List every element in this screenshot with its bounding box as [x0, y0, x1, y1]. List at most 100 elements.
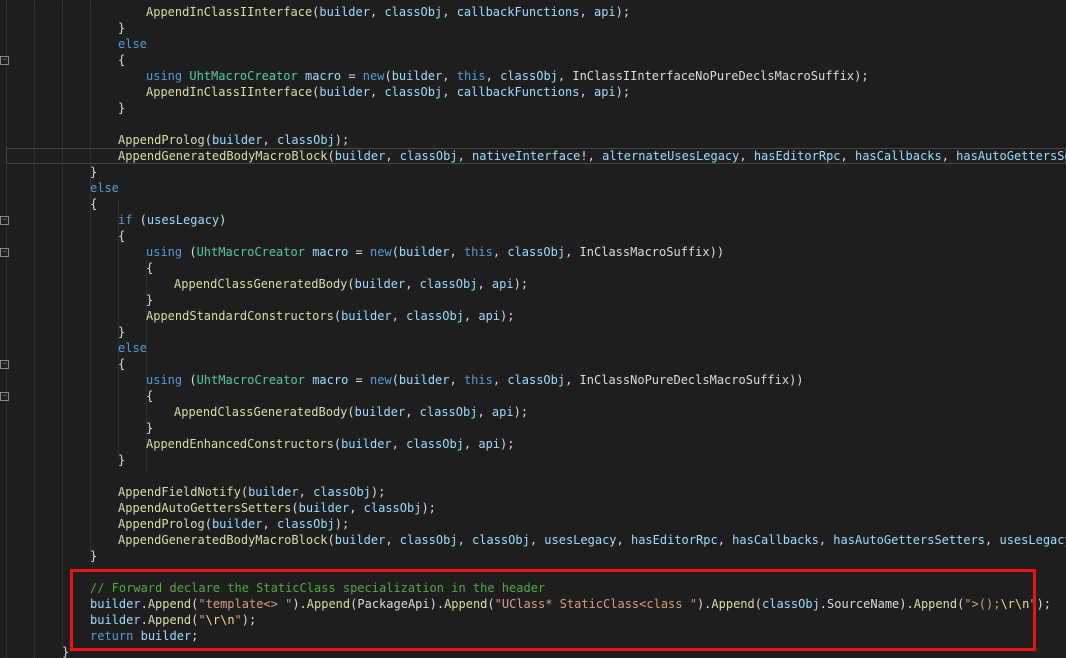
- code-token: Append: [913, 597, 958, 611]
- code-token: ,: [616, 533, 631, 547]
- code-token: classObj: [419, 405, 478, 419]
- code-token: AppendEnhancedConstructors: [146, 437, 334, 451]
- fold-gutter: − − − − −: [0, 0, 14, 658]
- code-token: ,: [262, 517, 277, 531]
- code-token: alternateUsesLegacy: [602, 149, 740, 163]
- code-token: =: [348, 245, 370, 259]
- code-token: ,: [369, 85, 385, 99]
- code-editor[interactable]: − − − − − AppendInClassIInterface(builder, c…: [0, 0, 1066, 658]
- code-token: );: [241, 613, 257, 627]
- code-token: usesLegacy: [544, 533, 617, 547]
- code-token: else: [118, 341, 147, 355]
- code-token: classObj: [406, 437, 464, 451]
- code-token: this: [463, 245, 493, 259]
- code-token: AppendProlog: [118, 133, 205, 147]
- code-token: ,: [477, 405, 492, 419]
- code-token: AppendInClassIInterface: [146, 85, 313, 99]
- code-token: builder: [334, 533, 386, 547]
- code-token: (: [384, 69, 392, 83]
- code-token: AppendProlog: [118, 517, 205, 531]
- code-token: (: [347, 277, 355, 291]
- code-token: UhtMacroCreator: [196, 373, 305, 387]
- code-token: else: [90, 181, 119, 195]
- code-token: api: [478, 437, 501, 451]
- code-token: api: [478, 309, 501, 323]
- code-token: new: [362, 69, 385, 83]
- code-token: ,: [369, 5, 385, 19]
- code-token: }: [146, 421, 154, 435]
- code-token: ,: [818, 533, 834, 547]
- code-token: builder: [334, 149, 386, 163]
- code-token: }: [118, 325, 126, 339]
- code-token: (: [391, 373, 399, 387]
- code-token: using: [146, 245, 183, 259]
- code-token: AppendStandardConstructors: [146, 309, 334, 323]
- code-token: builder: [398, 373, 450, 387]
- code-token: builder: [319, 5, 370, 19]
- fold-toggle-icon[interactable]: −: [0, 392, 9, 401]
- code-token: (: [182, 245, 197, 259]
- code-token: api: [593, 5, 616, 19]
- fold-toggle-icon[interactable]: −: [0, 56, 9, 65]
- code-token: classObj: [507, 373, 566, 387]
- code-token: (: [204, 517, 212, 531]
- code-token: builder: [90, 597, 141, 611]
- code-token: ,: [449, 373, 464, 387]
- code-token: );: [421, 501, 436, 515]
- code-token: hasEditorRpc: [630, 533, 718, 547]
- code-token: callbackFunctions: [456, 5, 580, 19]
- code-token: builder: [341, 309, 392, 323]
- code-token: (: [327, 149, 335, 163]
- code-token: );: [513, 405, 529, 419]
- fold-toggle-icon[interactable]: −: [0, 216, 9, 225]
- fold-toggle-icon[interactable]: −: [0, 248, 9, 257]
- code-token: new: [370, 245, 392, 259]
- code-token: ,: [492, 373, 508, 387]
- code-token: builder: [354, 405, 406, 419]
- code-token: macro: [304, 69, 342, 83]
- code-token: return: [90, 629, 134, 643]
- code-token: builder: [341, 437, 392, 451]
- code-token: );: [615, 85, 631, 99]
- code-token: (: [333, 437, 342, 451]
- code-token: {: [146, 389, 154, 403]
- code-token: AppendInClassIInterface: [146, 5, 313, 19]
- fold-toggle-icon[interactable]: −: [0, 360, 9, 369]
- code-token: {: [118, 229, 126, 243]
- code-token: callbackFunctions: [456, 85, 580, 99]
- code-token: );: [1036, 597, 1052, 611]
- code-token: AppendGeneratedBodyMacroBlock: [118, 149, 328, 163]
- code-token: classObj: [276, 517, 335, 531]
- code-token: this: [463, 373, 493, 387]
- code-token: classObj: [419, 277, 478, 291]
- code-token: ): [219, 213, 227, 227]
- code-token: AppendFieldNotify: [118, 485, 241, 499]
- indent-guide: [62, 0, 63, 650]
- code-token: usesLegacy: [999, 533, 1066, 547]
- code-token: ,: [492, 245, 508, 259]
- code-token: {: [90, 197, 98, 211]
- code-token: usesLegacy: [146, 213, 220, 227]
- code-token: =: [348, 373, 370, 387]
- code-token: .: [140, 597, 148, 611]
- code-token: AppendGeneratedBodyMacroBlock: [118, 533, 328, 547]
- code-token: ": [198, 613, 206, 627]
- code-token: Append: [306, 597, 351, 611]
- code-token: Append: [147, 613, 192, 627]
- code-line[interactable]: AppendGeneratedBodyMacroBlock(builder, c…: [6, 148, 1066, 164]
- code-token: }: [90, 165, 98, 179]
- code-token: =: [341, 69, 363, 83]
- code-token: else: [118, 37, 147, 51]
- code-token: , InClassMacroSuffix)): [565, 245, 725, 259]
- code-token: hasCallbacks: [854, 149, 942, 163]
- code-token: builder: [140, 629, 192, 643]
- code-token: Append: [711, 597, 755, 611]
- code-token: }: [118, 21, 126, 35]
- code-token: ,: [985, 533, 1000, 547]
- code-token: }: [118, 101, 126, 115]
- code-token: classObj: [406, 309, 464, 323]
- code-token: hasCallbacks: [732, 533, 819, 547]
- code-token: {: [118, 357, 126, 371]
- code-token: , InClassIInterfaceNoPureDeclsMacroSuffi…: [557, 69, 869, 83]
